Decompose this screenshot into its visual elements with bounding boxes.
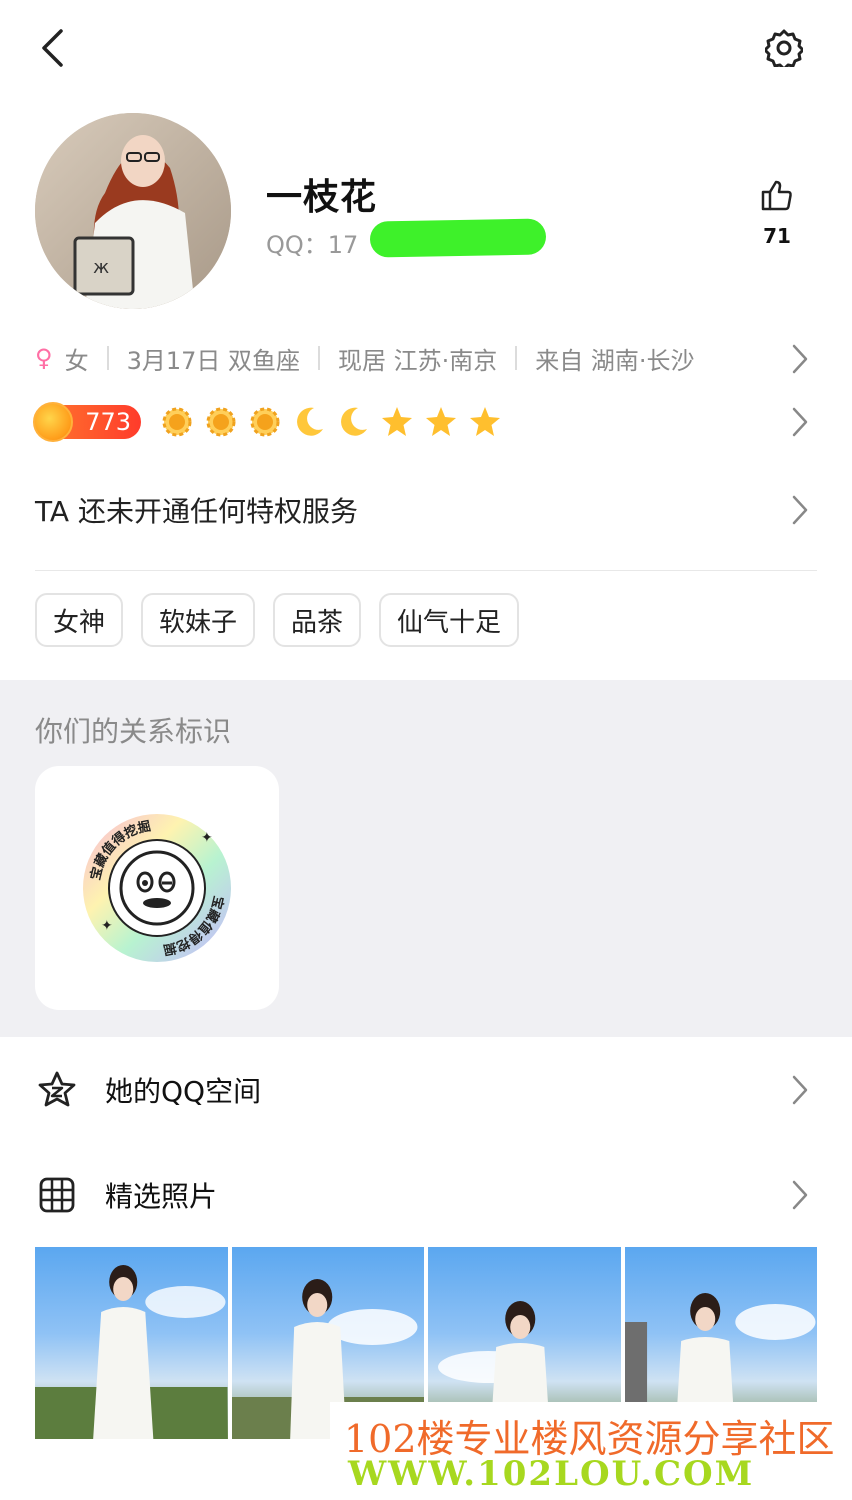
gear-icon	[765, 29, 803, 67]
separator	[318, 346, 321, 370]
level-icons	[159, 404, 503, 440]
chevron-left-icon	[42, 29, 63, 67]
privilege-row[interactable]: TA 还未开通任何特权服务	[35, 480, 817, 540]
star-icon	[423, 404, 459, 440]
star-icon	[379, 404, 415, 440]
birthday-text: 3月17日 双鱼座	[126, 346, 301, 375]
coin-icon	[33, 402, 73, 442]
sun-icon	[159, 404, 195, 440]
moon-icon	[335, 404, 371, 440]
chevron-right-icon[interactable]	[790, 494, 810, 526]
qzone-star-icon	[35, 1068, 79, 1112]
relation-badge-icon: 宝藏值得挖掘 宝藏值得挖掘 ✦ ✦	[83, 814, 231, 962]
photo-thumbnail[interactable]	[35, 1247, 228, 1439]
chevron-right-icon[interactable]	[790, 1074, 810, 1106]
info-row[interactable]: ♀ 女 3月17日 双鱼座 现居 江苏·南京 来自 湖南·长沙	[35, 335, 817, 381]
female-icon: ♀	[35, 344, 53, 372]
watermark-overlay: 102楼专业楼风资源分享社区 WWW.102LOU.COM	[330, 1402, 835, 1500]
qzone-row[interactable]: 她的QQ空间	[35, 1060, 817, 1120]
sparkle-icon: ✦	[201, 830, 213, 846]
tag-chip[interactable]: 软妹子	[141, 593, 256, 647]
star-icon	[467, 404, 503, 440]
residence-text: 现居 江苏·南京	[338, 346, 498, 375]
thumbs-up-icon	[761, 180, 792, 211]
chevron-right-icon[interactable]	[790, 406, 810, 438]
moon-icon	[291, 404, 327, 440]
separator	[106, 346, 109, 370]
avatar-image: ж	[35, 113, 231, 309]
relation-section: 你们的关系标识 宝藏值得挖掘 宝藏值得挖掘 ✦ ✦	[0, 680, 852, 1037]
tag-list: 女神 软妹子 品茶 仙气十足	[35, 593, 520, 647]
separator	[515, 346, 518, 370]
relation-badge-card[interactable]: 宝藏值得挖掘 宝藏值得挖掘 ✦ ✦	[35, 766, 279, 1010]
qzone-label: 她的QQ空间	[105, 1075, 262, 1108]
level-row[interactable]: 773	[33, 400, 817, 444]
like-count: 71	[763, 224, 791, 248]
svg-text:ж: ж	[93, 257, 109, 278]
qq-number: QQ：17	[266, 225, 358, 260]
relation-title: 你们的关系标识	[35, 715, 232, 748]
avatar[interactable]: ж	[35, 113, 231, 309]
level-badge: 773	[33, 402, 141, 442]
hometown-text: 来自 湖南·长沙	[535, 346, 695, 375]
tag-chip[interactable]: 品茶	[273, 593, 362, 647]
redaction-mark	[369, 218, 547, 258]
tag-chip[interactable]: 女神	[35, 593, 124, 647]
featured-photos-row[interactable]: 精选照片	[35, 1165, 817, 1225]
chevron-right-icon[interactable]	[790, 1179, 810, 1211]
chevron-right-icon[interactable]	[790, 343, 810, 375]
qq-label: QQ：	[266, 231, 328, 259]
sun-icon	[247, 404, 283, 440]
level-value: 773	[85, 408, 131, 436]
tag-chip[interactable]: 仙气十足	[379, 593, 520, 647]
divider	[35, 570, 817, 571]
sun-icon	[203, 404, 239, 440]
gender-text: 女	[64, 346, 89, 375]
like-button[interactable]	[752, 172, 802, 218]
photos-label: 精选照片	[105, 1180, 218, 1213]
grid-icon	[35, 1173, 79, 1217]
qq-partial: 17	[327, 231, 359, 259]
top-bar	[0, 0, 852, 100]
watermark-line-2: WWW.102LOU.COM	[348, 1454, 755, 1494]
settings-button[interactable]	[760, 24, 808, 72]
privilege-text: TA 还未开通任何特权服务	[35, 495, 358, 528]
back-button[interactable]	[30, 24, 74, 72]
sparkle-icon: ✦	[101, 918, 113, 934]
nickname: 一枝花	[266, 177, 378, 218]
